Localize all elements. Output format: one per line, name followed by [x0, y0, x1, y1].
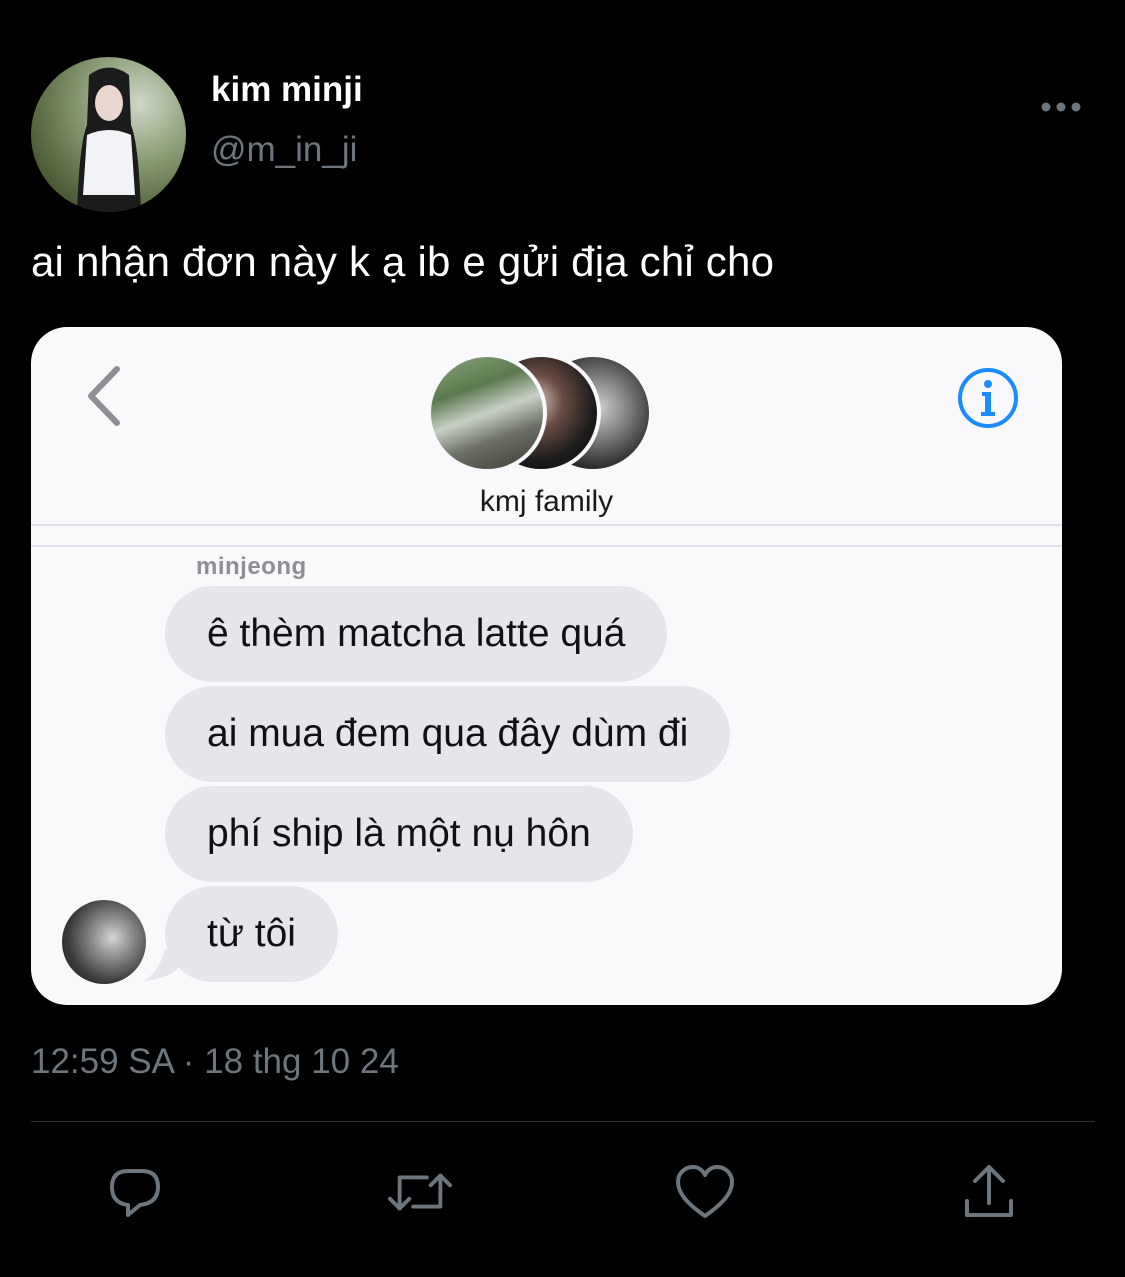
message-bubble: phí ship là một nụ hôn: [165, 786, 633, 882]
more-options-button[interactable]: [1036, 92, 1086, 122]
divider: [31, 1121, 1095, 1122]
author-avatar[interactable]: [31, 57, 186, 212]
author-photo: [77, 67, 141, 212]
tweet-text: ai nhận đơn này k ạ ib e gửi địa chỉ cho: [31, 238, 775, 285]
author-display-name[interactable]: kim minji: [211, 70, 363, 110]
tweet-media-image[interactable]: kmj family minjeong ê thèm matcha latte …: [31, 327, 1062, 1005]
info-icon: [958, 368, 1018, 428]
retweet-icon: [388, 1173, 452, 1211]
chat-header-divider: [31, 524, 1062, 526]
like-button[interactable]: [673, 1160, 737, 1224]
back-chevron-icon: [88, 366, 120, 426]
group-member-avatar: [427, 353, 547, 473]
message-sender-name: minjeong: [196, 553, 307, 580]
group-avatars: [427, 353, 653, 473]
sender-avatar: [62, 900, 146, 984]
tweet-timestamp[interactable]: 12:59 SA · 18 thg 10 24: [31, 1042, 399, 1082]
reply-icon: [110, 1169, 160, 1217]
chat-group-name: kmj family: [479, 485, 614, 518]
more-dots-icon: [1041, 102, 1081, 112]
reply-button[interactable]: [103, 1160, 167, 1224]
share-button[interactable]: [957, 1160, 1021, 1224]
like-icon: [676, 1165, 734, 1218]
message-bubble: ê thèm matcha latte quá: [165, 586, 668, 682]
share-icon: [965, 1165, 1013, 1217]
tweet: kim minji @m_in_ji ai nhận đơn này k ạ i…: [0, 0, 1125, 1277]
message-bubble: từ tôi: [165, 886, 338, 982]
author-handle[interactable]: @m_in_ji: [211, 130, 357, 170]
chat-header-divider: [31, 545, 1062, 547]
retweet-button[interactable]: [388, 1160, 452, 1224]
message-bubble: ai mua đem qua đây dùm đi: [165, 686, 731, 782]
